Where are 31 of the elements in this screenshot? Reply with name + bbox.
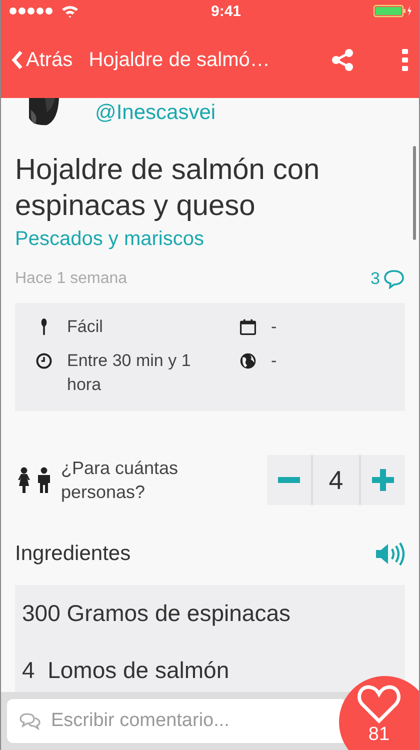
heart-icon	[357, 684, 401, 724]
minus-icon	[278, 477, 300, 483]
info-text: Entre 30 min y 1 hora	[67, 350, 192, 396]
wifi-icon	[61, 4, 79, 18]
status-time: 9:41	[210, 2, 242, 20]
recipe-title: Hojaldre de salmón con espinacas y queso	[15, 153, 321, 224]
ingredient-text: 300 Gramos de espinacas	[22, 600, 290, 627]
plus-icon	[372, 469, 394, 491]
info-text: -	[271, 316, 277, 338]
chevron-icon	[11, 50, 23, 70]
info-text: -	[271, 350, 277, 372]
ingredient-text: 4 Lomos de salmón	[22, 657, 230, 684]
calendar-icon	[239, 318, 257, 336]
more-icon[interactable]	[401, 48, 409, 72]
comment-field[interactable]: Escribir comentario...	[7, 699, 347, 743]
category-link[interactable]: Pescados y mariscos	[15, 228, 405, 251]
battery-icon	[373, 4, 413, 18]
speech-bubble-icon	[383, 269, 405, 289]
globe-icon	[239, 352, 257, 370]
ingredients-heading: Ingredientes	[15, 542, 131, 566]
nav-title: Hojaldre de salmó…	[88, 48, 271, 72]
info-text: Fácil	[67, 316, 103, 338]
posted-time: Hace 1 semana	[15, 270, 128, 288]
author-handle[interactable]: @Inescasvei	[95, 101, 216, 125]
comments-link[interactable]: 3	[370, 269, 405, 289]
clock-icon	[35, 352, 53, 370]
share-icon[interactable]	[331, 48, 355, 72]
servings-label: ¿Para cuántas personas?	[61, 457, 180, 504]
speaker-icon[interactable]	[375, 541, 405, 567]
back-button[interactable]: Atrás	[11, 48, 73, 72]
like-button[interactable]: 81	[339, 676, 419, 750]
